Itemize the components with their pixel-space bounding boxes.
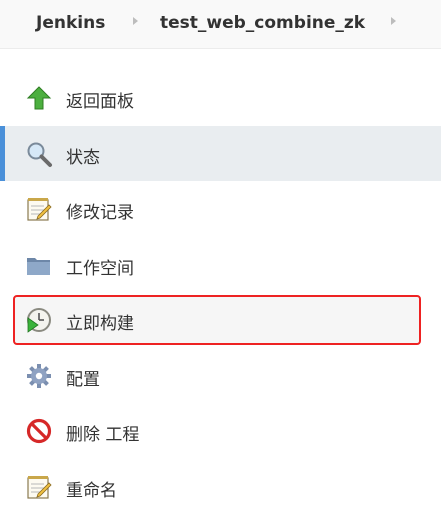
menu-item-label: 返回面板 [66, 92, 134, 112]
breadcrumb-bar: Jenkins test_web_combine_zk [0, 0, 441, 49]
breadcrumb-chevron-icon[interactable] [391, 17, 396, 25]
menu-item-label: 删除 工程 [66, 425, 140, 445]
menu-item-configure[interactable]: 配置 [0, 348, 441, 404]
notepad-pencil-icon [25, 473, 53, 501]
menu-item-label: 立即构建 [66, 314, 134, 334]
menu-item-status[interactable]: 状态 [0, 125, 441, 181]
menu-item-build-now[interactable]: 立即构建 [0, 292, 441, 348]
menu-item-label: 工作空间 [66, 258, 134, 279]
menu-item-rename[interactable]: 重命名 [0, 459, 441, 515]
side-menu: 返回面板 状态 修改记录 工作空间 立即构建 配置 删除 工程 重命名 [0, 70, 441, 514]
breadcrumb-job-link[interactable]: test_web_combine_zk [160, 13, 365, 33]
menu-item-label: 配置 [66, 369, 100, 390]
menu-item-label: 状态 [66, 147, 100, 168]
up-arrow-icon [25, 84, 53, 112]
menu-item-delete-project[interactable]: 删除 工程 [0, 403, 441, 459]
build-now-clock-icon [25, 306, 53, 334]
no-entry-icon [25, 417, 53, 445]
menu-item-label: 修改记录 [66, 203, 134, 223]
menu-item-workspace[interactable]: 工作空间 [0, 237, 441, 293]
menu-item-back-to-dashboard[interactable]: 返回面板 [0, 70, 441, 126]
folder-icon [25, 251, 53, 279]
menu-item-changes[interactable]: 修改记录 [0, 181, 441, 237]
menu-item-label: 重命名 [66, 480, 117, 501]
notepad-icon [25, 195, 53, 223]
breadcrumb-jenkins-link[interactable]: Jenkins [36, 13, 105, 33]
magnifier-icon [25, 140, 53, 168]
gear-icon [25, 362, 53, 390]
breadcrumb-chevron-icon[interactable] [133, 17, 138, 25]
